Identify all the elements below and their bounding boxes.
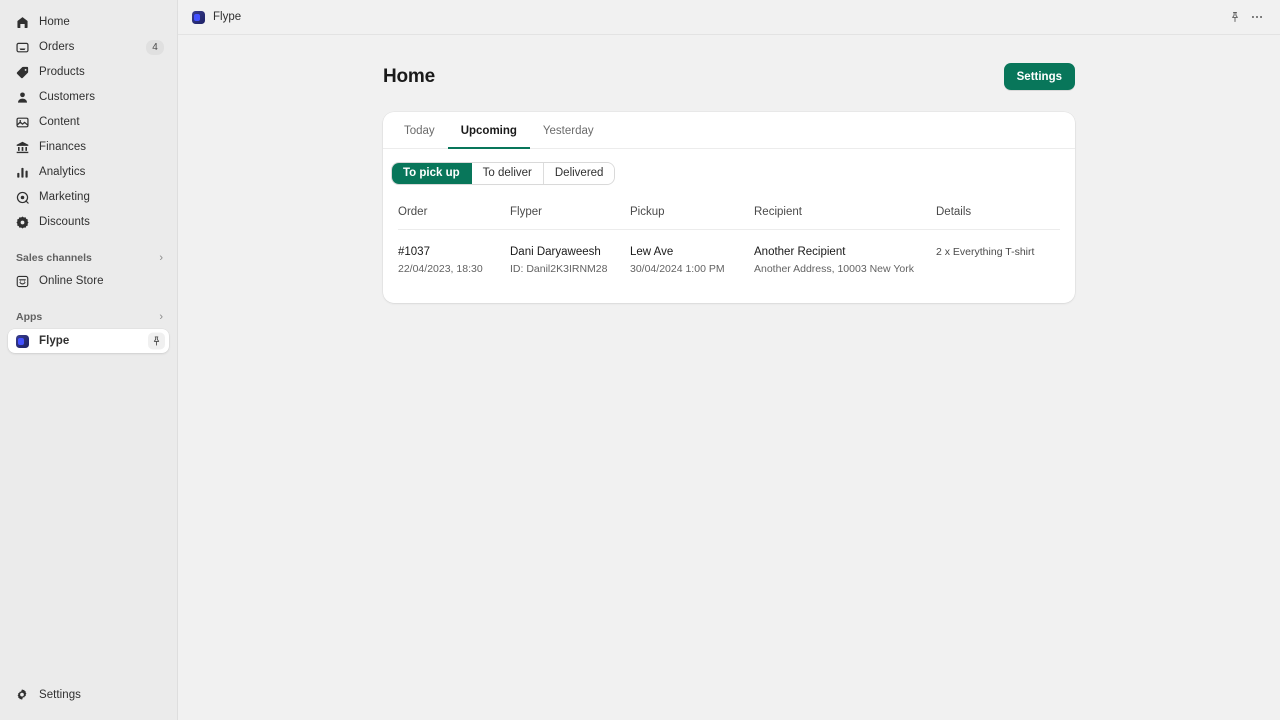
tab-upcoming[interactable]: Upcoming <box>448 112 530 149</box>
column-header-order: Order <box>398 206 510 230</box>
page-header: Home Settings <box>383 35 1075 90</box>
finances-icon <box>14 139 30 155</box>
sidebar-item-label: Flype <box>39 330 69 352</box>
flype-app-icon <box>192 11 205 24</box>
orders-card: Today Upcoming Yesterday To pick up To d… <box>383 112 1075 303</box>
page-content: Home Settings Today Upcoming Yesterday T… <box>178 35 1280 720</box>
home-icon <box>14 14 30 30</box>
sidebar-item-label: Customers <box>39 86 95 108</box>
segment-to-deliver[interactable]: To deliver <box>472 163 544 184</box>
sidebar-item-label: Discounts <box>39 211 90 233</box>
cell-details: 2 x Everything T-shirt <box>936 230 1060 278</box>
sidebar-item-settings[interactable]: Settings <box>8 684 169 706</box>
orders-badge: 4 <box>146 40 164 55</box>
segment-to-pick-up[interactable]: To pick up <box>392 163 472 184</box>
sidebar-item-analytics[interactable]: Analytics <box>8 161 169 183</box>
gear-icon <box>14 687 30 703</box>
table-body: #1037 22/04/2023, 18:30 Dani Daryaweesh … <box>398 230 1060 278</box>
orders-table: Order Flyper Pickup Recipient Details #1… <box>398 206 1060 277</box>
sidebar: Home Orders 4 Products Customers C <box>0 0 178 720</box>
sidebar-item-finances[interactable]: Finances <box>8 136 169 158</box>
cell-flyper: Dani Daryaweesh ID: Danil2K3IRNM28 <box>510 230 630 278</box>
sidebar-item-label: Orders <box>39 36 74 58</box>
sidebar-item-customers[interactable]: Customers <box>8 86 169 108</box>
sidebar-item-content[interactable]: Content <box>8 111 169 133</box>
sidebar-item-label: Finances <box>39 136 86 158</box>
sidebar-item-label: Home <box>39 11 70 33</box>
sidebar-item-label: Content <box>39 111 80 133</box>
order-date: 22/04/2023, 18:30 <box>398 262 510 277</box>
pin-icon[interactable] <box>1224 6 1246 28</box>
sidebar-item-home[interactable]: Home <box>8 11 169 33</box>
page-title: Home <box>383 66 435 88</box>
table-header-row: Order Flyper Pickup Recipient Details <box>398 206 1060 230</box>
flyper-name: Dani Daryaweesh <box>510 245 630 260</box>
apps-header[interactable]: Apps › <box>16 309 163 325</box>
chevron-right-icon: › <box>159 253 163 264</box>
tab-today[interactable]: Today <box>391 112 448 149</box>
column-header-recipient: Recipient <box>754 206 936 230</box>
sidebar-item-online-store[interactable]: Online Store <box>8 270 169 292</box>
sidebar-item-label: Marketing <box>39 186 90 208</box>
sidebar-item-discounts[interactable]: Discounts <box>8 211 169 233</box>
status-filter-wrap: To pick up To deliver Delivered <box>383 149 1075 184</box>
table-row[interactable]: #1037 22/04/2023, 18:30 Dani Daryaweesh … <box>398 230 1060 278</box>
column-header-details: Details <box>936 206 1060 230</box>
apps-label: Apps <box>16 311 42 323</box>
app-title: Flype <box>213 11 241 23</box>
sidebar-item-flype[interactable]: Flype <box>8 329 169 353</box>
customers-icon <box>14 89 30 105</box>
segment-delivered[interactable]: Delivered <box>544 163 615 184</box>
online-store-icon <box>14 273 30 289</box>
flyper-id: ID: Danil2K3IRNM28 <box>510 262 630 277</box>
more-options-icon[interactable] <box>1246 6 1268 28</box>
sales-channels-label: Sales channels <box>16 252 92 264</box>
orders-icon <box>14 39 30 55</box>
pickup-time: 30/04/2024 1:00 PM <box>630 262 754 277</box>
column-header-flyper: Flyper <box>510 206 630 230</box>
content-icon <box>14 114 30 130</box>
cell-pickup: Lew Ave 30/04/2024 1:00 PM <box>630 230 754 278</box>
settings-button[interactable]: Settings <box>1004 63 1075 90</box>
order-id: #1037 <box>398 245 510 260</box>
table-head: Order Flyper Pickup Recipient Details <box>398 206 1060 230</box>
cell-recipient: Another Recipient Another Address, 10003… <box>754 230 936 278</box>
recipient-address: Another Address, 10003 New York <box>754 262 936 277</box>
cell-order: #1037 22/04/2023, 18:30 <box>398 230 510 278</box>
sidebar-item-label: Online Store <box>39 270 104 292</box>
pickup-place: Lew Ave <box>630 245 754 260</box>
app-root: Home Orders 4 Products Customers C <box>0 0 1280 720</box>
app-topbar: Flype <box>178 0 1280 35</box>
sales-channels-header[interactable]: Sales channels › <box>16 250 163 266</box>
sidebar-item-orders[interactable]: Orders 4 <box>8 36 169 58</box>
main-area: Flype Home Settings Today Upcoming Yeste… <box>178 0 1280 720</box>
sidebar-item-label: Settings <box>39 684 81 706</box>
sidebar-item-label: Products <box>39 61 85 83</box>
chevron-right-icon: › <box>159 312 163 323</box>
sidebar-footer: Settings <box>0 684 177 720</box>
sidebar-item-marketing[interactable]: Marketing <box>8 186 169 208</box>
sidebar-item-products[interactable]: Products <box>8 61 169 83</box>
sidebar-item-label: Analytics <box>39 161 85 183</box>
recipient-name: Another Recipient <box>754 245 936 260</box>
products-icon <box>14 64 30 80</box>
discounts-icon <box>14 214 30 230</box>
marketing-icon <box>14 189 30 205</box>
flype-app-icon <box>14 333 30 349</box>
status-segmented-control: To pick up To deliver Delivered <box>392 163 614 184</box>
pin-icon[interactable] <box>148 333 165 350</box>
column-header-pickup: Pickup <box>630 206 754 230</box>
analytics-icon <box>14 164 30 180</box>
order-details: 2 x Everything T-shirt <box>936 245 1060 260</box>
tab-yesterday[interactable]: Yesterday <box>530 112 607 149</box>
tab-bar: Today Upcoming Yesterday <box>383 112 1075 149</box>
